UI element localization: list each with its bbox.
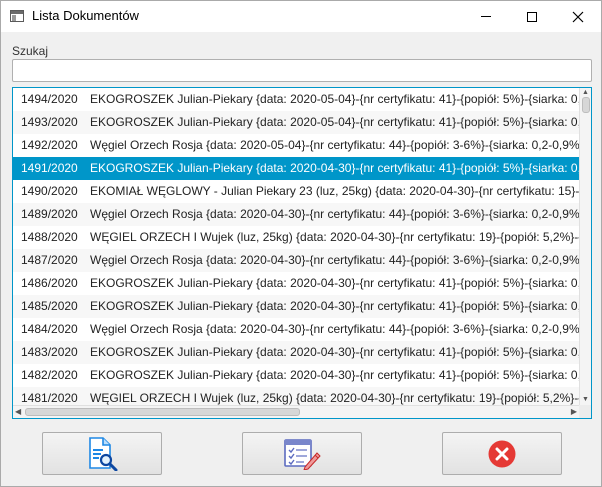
title-bar[interactable]: Lista Dokumentów	[1, 1, 601, 32]
document-number: 1492/2020	[21, 138, 78, 152]
document-list-item[interactable]: 1493/2020 EKOGROSZEK Julian-Piekary {data…	[13, 111, 579, 134]
close-circle-icon	[488, 440, 516, 467]
vertical-scroll-thumb[interactable]	[582, 97, 590, 113]
scroll-right-arrow-icon[interactable]: ▶	[571, 407, 577, 417]
vertical-scrollbar[interactable]: ▲ ▼	[579, 88, 591, 405]
document-number: 1487/2020	[21, 253, 78, 267]
window-title: Lista Dokumentów	[32, 8, 139, 23]
document-list[interactable]: 1494/2020 EKOGROSZEK Julian-Piekary {data…	[12, 87, 592, 419]
form-edit-icon	[284, 438, 321, 470]
document-number: 1482/2020	[21, 368, 78, 382]
document-list-item[interactable]: 1494/2020 EKOGROSZEK Julian-Piekary {data…	[13, 88, 579, 111]
document-description: EKOGROSZEK Julian-Piekary {data: 2020-04…	[90, 276, 579, 290]
document-number: 1491/2020	[21, 161, 78, 175]
document-description: Węgiel Orzech Rosja {data: 2020-04-30}-{…	[90, 207, 579, 221]
document-description: EKOGROSZEK Julian-Piekary {data: 2020-04…	[90, 345, 579, 359]
document-list-rows: 1494/2020 EKOGROSZEK Julian-Piekary {data…	[13, 88, 579, 405]
document-list-item[interactable]: 1491/2020 EKOGROSZEK Julian-Piekary {data…	[13, 157, 579, 180]
document-description: EKOGROSZEK Julian-Piekary {data: 2020-04…	[90, 161, 579, 175]
document-list-item[interactable]: 1490/2020 EKOMIAŁ WĘGLOWY - Julian Piekar…	[13, 180, 579, 203]
close-window-button[interactable]	[555, 1, 601, 32]
document-description: EKOGROSZEK Julian-Piekary {data: 2020-05…	[90, 115, 579, 129]
scroll-down-arrow-icon[interactable]: ▼	[582, 396, 589, 404]
document-description: WĘGIEL ORZECH I Wujek (luz, 25kg) {data:…	[90, 391, 579, 405]
scroll-left-arrow-icon[interactable]: ◀	[15, 407, 21, 417]
document-list-item[interactable]: 1486/2020 EKOGROSZEK Julian-Piekary {data…	[13, 272, 579, 295]
horizontal-scroll-thumb[interactable]	[25, 408, 300, 416]
close-list-button[interactable]	[442, 432, 562, 475]
document-list-item[interactable]: 1485/2020 EKOGROSZEK Julian-Piekary {data…	[13, 295, 579, 318]
document-number: 1483/2020	[21, 345, 78, 359]
document-list-item[interactable]: 1483/2020 EKOGROSZEK Julian-Piekary {data…	[13, 341, 579, 364]
document-description: EKOGROSZEK Julian-Piekary {data: 2020-04…	[90, 299, 579, 313]
document-description: Węgiel Orzech Rosja {data: 2020-05-04}-{…	[90, 138, 579, 152]
document-number: 1490/2020	[21, 184, 78, 198]
document-number: 1486/2020	[21, 276, 78, 290]
edit-document-button[interactable]	[242, 432, 362, 475]
document-list-item[interactable]: 1481/2020 WĘGIEL ORZECH I Wujek (luz, 25k…	[13, 387, 579, 405]
document-description: EKOMIAŁ WĘGLOWY - Julian Piekary 23 (luz…	[90, 184, 579, 198]
search-label: Szukaj	[12, 44, 49, 58]
search-input[interactable]	[12, 59, 592, 82]
document-description: Węgiel Orzech Rosja {data: 2020-04-30}-{…	[90, 253, 579, 267]
close-icon	[572, 11, 584, 22]
maximize-button[interactable]	[509, 1, 555, 32]
document-list-item[interactable]: 1484/2020 Węgiel Orzech Rosja {data: 2020…	[13, 318, 579, 341]
scrollbar-corner	[579, 405, 591, 418]
document-number: 1484/2020	[21, 322, 78, 336]
document-description: EKOGROSZEK Julian-Piekary {data: 2020-04…	[90, 368, 579, 382]
document-number: 1481/2020	[21, 391, 78, 405]
document-number: 1493/2020	[21, 115, 78, 129]
minimize-button[interactable]	[463, 1, 509, 32]
document-list-item[interactable]: 1482/2020 EKOGROSZEK Julian-Piekary {data…	[13, 364, 579, 387]
document-list-item[interactable]: 1492/2020 Węgiel Orzech Rosja {data: 2020…	[13, 134, 579, 157]
document-number: 1494/2020	[21, 92, 78, 106]
preview-document-button[interactable]	[42, 432, 162, 475]
document-list-item[interactable]: 1488/2020 WĘGIEL ORZECH I Wujek (luz, 25k…	[13, 226, 579, 249]
document-search-icon	[89, 436, 118, 471]
scroll-up-arrow-icon[interactable]: ▲	[582, 89, 589, 97]
document-number: 1488/2020	[21, 230, 78, 244]
document-description: WĘGIEL ORZECH I Wujek (luz, 25kg) {data:…	[90, 230, 579, 244]
document-list-item[interactable]: 1487/2020 Węgiel Orzech Rosja {data: 2020…	[13, 249, 579, 272]
app-window-icon	[10, 10, 24, 22]
document-number: 1485/2020	[21, 299, 78, 313]
horizontal-scrollbar[interactable]: ◀ ▶	[13, 405, 579, 418]
document-list-window: Lista Dokumentów Szukaj 1494/2020 EKOGROS…	[0, 0, 602, 487]
document-description: EKOGROSZEK Julian-Piekary {data: 2020-05…	[90, 92, 579, 106]
maximize-icon	[527, 11, 537, 22]
document-description: Węgiel Orzech Rosja {data: 2020-04-30}-{…	[90, 322, 579, 336]
document-number: 1489/2020	[21, 207, 78, 221]
document-list-item[interactable]: 1489/2020 Węgiel Orzech Rosja {data: 2020…	[13, 203, 579, 226]
minimize-icon	[481, 16, 491, 17]
